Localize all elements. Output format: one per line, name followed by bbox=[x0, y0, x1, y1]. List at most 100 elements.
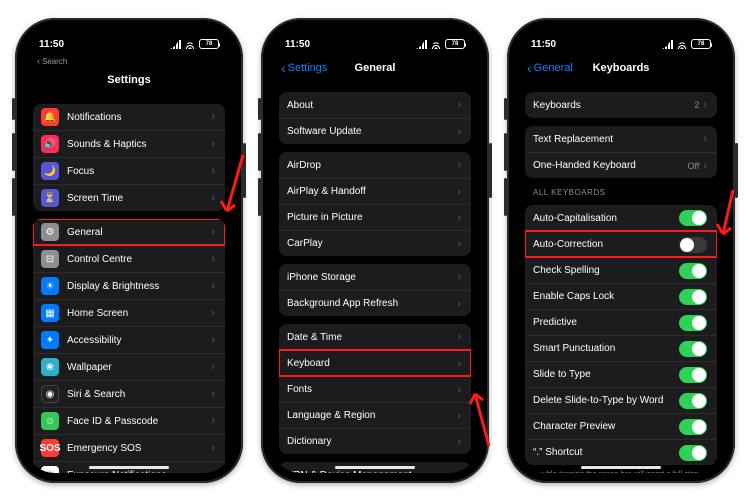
sidebar-item-sounds[interactable]: 🔊 Sounds & Haptics › bbox=[33, 130, 225, 157]
row-dictionary[interactable]: Dictionary› bbox=[279, 428, 471, 454]
sidebar-item-general[interactable]: ⚙︎ General › bbox=[33, 219, 225, 245]
chevron-right-icon: › bbox=[457, 159, 461, 171]
battery-icon: 78 bbox=[691, 39, 711, 49]
row-predictive[interactable]: Predictive bbox=[525, 309, 717, 335]
row-charpreview[interactable]: Character Preview bbox=[525, 413, 717, 439]
chevron-right-icon: › bbox=[211, 469, 215, 473]
keyboards-group-3: Auto-Capitalisation Auto-Correction Chec… bbox=[525, 205, 717, 465]
mute-switch[interactable] bbox=[258, 98, 261, 120]
row-pip[interactable]: Picture in Picture› bbox=[279, 204, 471, 230]
moon-icon: 🌙 bbox=[41, 162, 59, 180]
power-button[interactable] bbox=[489, 143, 492, 198]
chevron-right-icon: › bbox=[457, 436, 461, 448]
row-keyboard[interactable]: Keyboard› bbox=[279, 350, 471, 376]
mute-switch[interactable] bbox=[12, 98, 15, 120]
toggle-slidetotype[interactable] bbox=[679, 367, 707, 383]
status-time: 11:50 bbox=[39, 39, 64, 50]
home-indicator[interactable] bbox=[335, 466, 415, 469]
row-textreplacement[interactable]: Text Replacement › bbox=[525, 126, 717, 152]
chevron-right-icon: › bbox=[457, 126, 461, 138]
row-fonts[interactable]: Fonts› bbox=[279, 376, 471, 402]
row-iphonestorage[interactable]: iPhone Storage› bbox=[279, 264, 471, 290]
toggle-capslock[interactable] bbox=[679, 289, 707, 305]
page-title: Keyboards bbox=[593, 62, 650, 74]
chevron-right-icon: › bbox=[211, 253, 215, 265]
home-indicator[interactable] bbox=[581, 466, 661, 469]
mute-switch[interactable] bbox=[504, 98, 507, 120]
row-checkspelling[interactable]: Check Spelling bbox=[525, 257, 717, 283]
volume-up-button[interactable] bbox=[258, 133, 261, 171]
volume-down-button[interactable] bbox=[258, 178, 261, 216]
sidebar-item-controlcentre[interactable]: ⊟ Control Centre › bbox=[33, 245, 225, 272]
sidebar-item-notifications[interactable]: 🔔 Notifications › bbox=[33, 104, 225, 130]
back-search-row[interactable]: ‹ Search bbox=[25, 56, 233, 68]
switches-icon: ⊟ bbox=[41, 250, 59, 268]
row-autocap[interactable]: Auto-Capitalisation bbox=[525, 205, 717, 231]
status-time: 11:50 bbox=[531, 39, 556, 50]
row-datetime[interactable]: Date & Time› bbox=[279, 324, 471, 350]
row-airplay[interactable]: AirPlay & Handoff› bbox=[279, 178, 471, 204]
group-footer-shortcut: Double-tapping the space bar will insert… bbox=[533, 469, 709, 473]
phone-settings: 11:50 78 ‹ Search Settings 🔔 Notificatio… bbox=[15, 18, 243, 483]
row-slidetotype[interactable]: Slide to Type bbox=[525, 361, 717, 387]
toggle-autocorrect[interactable] bbox=[679, 237, 707, 253]
chevron-right-icon: › bbox=[457, 384, 461, 396]
sidebar-item-focus[interactable]: 🌙 Focus › bbox=[33, 157, 225, 184]
sidebar-item-siri[interactable]: ◉ Siri & Search › bbox=[33, 380, 225, 407]
phone-general: 11:50 78 ‹ Settings General About› Softw… bbox=[261, 18, 489, 483]
exposure-icon: ✳︎ bbox=[41, 466, 59, 473]
row-onehanded[interactable]: One-Handed Keyboard Off › bbox=[525, 152, 717, 178]
sidebar-item-sos[interactable]: SOS Emergency SOS › bbox=[33, 434, 225, 461]
home-indicator[interactable] bbox=[89, 466, 169, 469]
row-smartpunct[interactable]: Smart Punctuation bbox=[525, 335, 717, 361]
volume-down-button[interactable] bbox=[12, 178, 15, 216]
toggle-predictive[interactable] bbox=[679, 315, 707, 331]
sos-icon: SOS bbox=[41, 439, 59, 457]
sun-icon: ☀︎ bbox=[41, 277, 59, 295]
volume-down-button[interactable] bbox=[504, 178, 507, 216]
notch bbox=[325, 28, 425, 50]
row-about[interactable]: About› bbox=[279, 92, 471, 118]
chevron-right-icon: › bbox=[703, 133, 707, 145]
sidebar-item-display[interactable]: ☀︎ Display & Brightness › bbox=[33, 272, 225, 299]
chevron-right-icon: › bbox=[457, 212, 461, 224]
notch bbox=[571, 28, 671, 50]
power-button[interactable] bbox=[735, 143, 738, 198]
toggle-shortcut[interactable] bbox=[679, 445, 707, 461]
row-capslock[interactable]: Enable Caps Lock bbox=[525, 283, 717, 309]
sidebar-item-homescreen[interactable]: ▦ Home Screen › bbox=[33, 299, 225, 326]
toggle-autocap[interactable] bbox=[679, 210, 707, 226]
row-autocorrect[interactable]: Auto-Correction bbox=[525, 231, 717, 257]
accessibility-icon: ✦ bbox=[41, 331, 59, 349]
battery-icon: 78 bbox=[445, 39, 465, 49]
toggle-smartpunct[interactable] bbox=[679, 341, 707, 357]
chevron-right-icon: › bbox=[457, 99, 461, 111]
toggle-checkspelling[interactable] bbox=[679, 263, 707, 279]
volume-up-button[interactable] bbox=[12, 133, 15, 171]
toggle-charpreview[interactable] bbox=[679, 419, 707, 435]
grid-icon: ▦ bbox=[41, 304, 59, 322]
row-softwareupdate[interactable]: Software Update› bbox=[279, 118, 471, 144]
sidebar-item-accessibility[interactable]: ✦ Accessibility › bbox=[33, 326, 225, 353]
row-airdrop[interactable]: AirDrop› bbox=[279, 152, 471, 178]
toggle-deleteslide[interactable] bbox=[679, 393, 707, 409]
wifi-icon bbox=[676, 39, 688, 49]
bell-icon: 🔔 bbox=[41, 108, 59, 126]
row-bgrefresh[interactable]: Background App Refresh› bbox=[279, 290, 471, 316]
sidebar-item-screentime[interactable]: ⏳ Screen Time › bbox=[33, 184, 225, 211]
row-carplay[interactable]: CarPlay› bbox=[279, 230, 471, 256]
row-shortcut[interactable]: “.” Shortcut bbox=[525, 439, 717, 465]
speaker-icon: 🔊 bbox=[41, 135, 59, 153]
row-deleteslide[interactable]: Delete Slide-to-Type by Word bbox=[525, 387, 717, 413]
nav-header: Settings bbox=[25, 68, 233, 92]
chevron-right-icon: › bbox=[457, 298, 461, 310]
back-button[interactable]: ‹ General bbox=[527, 56, 573, 80]
chevron-right-icon: › bbox=[457, 469, 461, 473]
power-button[interactable] bbox=[243, 143, 246, 198]
volume-up-button[interactable] bbox=[504, 133, 507, 171]
sidebar-item-faceid[interactable]: ☺︎ Face ID & Passcode › bbox=[33, 407, 225, 434]
row-keyboards[interactable]: Keyboards 2 › bbox=[525, 92, 717, 118]
row-language[interactable]: Language & Region› bbox=[279, 402, 471, 428]
back-button[interactable]: ‹ Settings bbox=[281, 56, 327, 80]
sidebar-item-wallpaper[interactable]: ❀ Wallpaper › bbox=[33, 353, 225, 380]
